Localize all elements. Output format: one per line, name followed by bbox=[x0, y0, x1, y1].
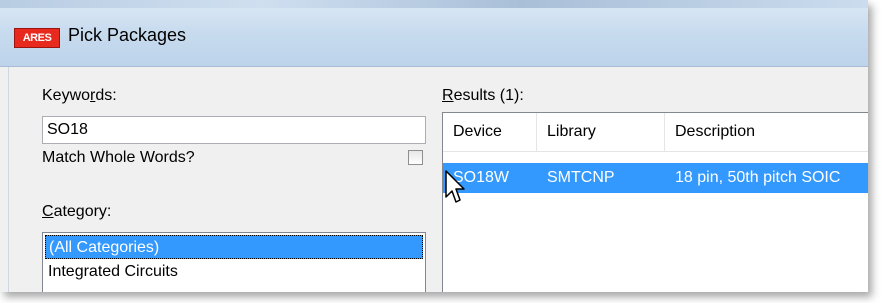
column-header-device[interactable]: Device bbox=[443, 113, 537, 151]
column-header-description[interactable]: Description bbox=[665, 113, 868, 151]
category-label-accel: C bbox=[42, 203, 54, 220]
ares-app-icon: ARES bbox=[14, 28, 60, 48]
keywords-input[interactable]: SO18 bbox=[42, 116, 426, 144]
title-bar[interactable]: ARES Pick Packages bbox=[0, 0, 868, 67]
category-label: Category: bbox=[42, 203, 111, 221]
results-table[interactable]: Device Library Description SO18W SMTCNP … bbox=[442, 112, 868, 292]
title-bar-top-strip bbox=[0, 0, 868, 8]
category-label-suffix: ategory: bbox=[53, 203, 112, 220]
window-title: Pick Packages bbox=[68, 25, 187, 45]
category-item-integrated-circuits[interactable]: Integrated Circuits bbox=[45, 260, 423, 284]
category-listbox[interactable]: (All Categories) Integrated Circuits bbox=[42, 232, 426, 292]
dialog-client-area: Keywords: SO18 Match Whole Words? Catego… bbox=[8, 67, 868, 292]
keywords-label-prefix: Keywo bbox=[42, 87, 91, 104]
category-item-all[interactable]: (All Categories) bbox=[45, 235, 423, 259]
mouse-pointer-icon bbox=[445, 170, 465, 203]
results-label-suffix: esults (1): bbox=[453, 87, 524, 104]
keywords-label: Keywords: bbox=[42, 87, 117, 105]
match-whole-words-label: Match Whole Words? bbox=[42, 149, 195, 166]
match-whole-words-checkbox[interactable] bbox=[408, 150, 423, 165]
row-description: 18 pin, 50th pitch SOIC bbox=[675, 169, 841, 186]
pick-packages-window: ARES Pick Packages Keywords: SO18 Match … bbox=[0, 0, 868, 292]
results-row[interactable]: SO18W SMTCNP 18 pin, 50th pitch SOIC bbox=[443, 163, 868, 193]
row-library: SMTCNP bbox=[547, 169, 615, 186]
column-header-library[interactable]: Library bbox=[537, 113, 665, 151]
results-label: Results (1): bbox=[442, 87, 524, 105]
results-header-row: Device Library Description bbox=[443, 113, 868, 152]
keywords-label-suffix: ds: bbox=[95, 87, 117, 104]
results-label-accel: R bbox=[442, 87, 454, 104]
